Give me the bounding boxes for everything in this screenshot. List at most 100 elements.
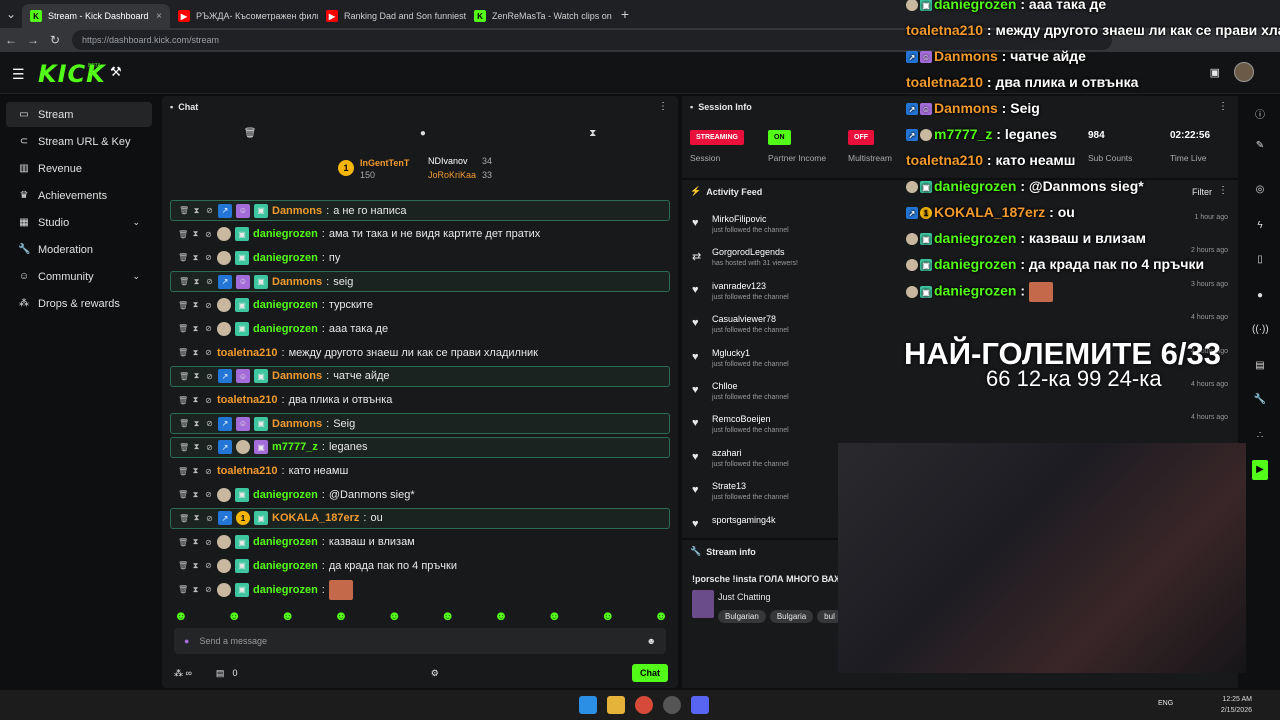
emote-icon[interactable]: ☻ [334, 608, 348, 623]
chat-username[interactable]: daniegrozen [253, 252, 318, 264]
ban-icon[interactable]: ⊘ [204, 490, 213, 499]
url-bar[interactable]: https://dashboard.kick.com/stream [72, 30, 1112, 50]
discord-icon[interactable] [691, 696, 709, 714]
ban-icon[interactable]: ⊘ [204, 396, 213, 405]
language-indicator[interactable]: ENG [1158, 700, 1173, 707]
delete-icon[interactable]: 🗑 [179, 372, 189, 381]
chrome-icon[interactable] [635, 696, 653, 714]
chat-username[interactable]: toaletna210 [217, 394, 278, 406]
chat-username[interactable]: Danmons [272, 276, 322, 288]
chat-username[interactable]: toaletna210 [217, 465, 278, 477]
delete-icon[interactable]: 🗑 [179, 206, 189, 215]
chevron-down-icon[interactable]: ⌄ [132, 271, 140, 282]
ban-icon[interactable]: ⊘ [205, 514, 214, 523]
chat-username[interactable]: m7777_z [272, 441, 318, 453]
browser-tab[interactable]: ▶Ranking Dad and Son funniest× [318, 4, 466, 28]
clock[interactable]: 12:25 AM 2/15/2026 [1221, 694, 1252, 716]
category-name[interactable]: Just Chatting [718, 592, 771, 602]
activity-name[interactable]: GorgorodLegends [712, 247, 785, 257]
activity-name[interactable]: MirkoFilipovic [712, 214, 767, 224]
emote-icon[interactable]: ☻ [174, 608, 188, 623]
sidebar-item-community[interactable]: ☺ Community ⌄ [6, 264, 152, 289]
activity-name[interactable]: Mglucky1 [712, 348, 750, 358]
activity-name[interactable]: sportsgaming4k [712, 515, 776, 525]
activity-name[interactable]: ivanradev123 [712, 281, 766, 291]
document-icon[interactable]: ▯ [1252, 254, 1268, 265]
message-input[interactable]: ● Send a message ☻ [174, 628, 666, 654]
camera-icon[interactable]: ◎ [1252, 184, 1268, 195]
delete-icon[interactable]: 🗑 [178, 490, 188, 499]
back-icon[interactable]: ← [0, 33, 22, 47]
chat-username[interactable]: daniegrozen [253, 560, 318, 572]
chat-username[interactable]: Danmons [272, 370, 322, 382]
chat-menu-icon[interactable]: ⋮ [658, 101, 668, 112]
delete-icon[interactable]: 🗑 [178, 561, 188, 570]
timeout-icon[interactable]: ⧗ [191, 324, 200, 334]
chat-tool-icon[interactable]: ● [1252, 290, 1268, 301]
chat-username[interactable]: daniegrozen [253, 323, 318, 335]
activity-name[interactable]: RemcoBoeijen [712, 414, 771, 424]
start-icon[interactable] [579, 696, 597, 714]
delete-icon[interactable]: 🗑 [178, 301, 188, 310]
ban-icon[interactable]: ⊘ [204, 230, 213, 239]
ban-icon[interactable]: ⊘ [204, 348, 213, 357]
delete-icon[interactable]: 🗑 [178, 324, 188, 333]
delete-icon[interactable]: 🗑 [178, 230, 188, 239]
sidebar-item-studio[interactable]: ▦ Studio ⌄ [6, 210, 152, 235]
chat-username[interactable]: toaletna210 [217, 347, 278, 359]
studio-mode-icon[interactable]: ▣ [1210, 66, 1220, 79]
delete-icon[interactable]: 🗑 [178, 396, 188, 405]
activity-name[interactable]: Strate13 [712, 481, 746, 491]
delete-icon[interactable]: 🗑 [178, 585, 188, 594]
timeout-icon[interactable]: ⧗ [191, 585, 200, 595]
mic-icon[interactable]: ● [184, 636, 189, 646]
emote-icon[interactable]: ☻ [387, 608, 401, 623]
delete-icon[interactable]: 🗑 [179, 277, 189, 286]
ban-icon[interactable]: ⊘ [204, 324, 213, 333]
emote-icon[interactable]: ☻ [441, 608, 455, 623]
browser-tab[interactable]: K Stream - Kick Dashboard × [22, 4, 170, 28]
emote-icon[interactable]: ☻ [281, 608, 295, 623]
delete-icon[interactable]: 🗑 [179, 443, 189, 452]
emote-icon[interactable]: ☻ [548, 608, 562, 623]
ban-icon[interactable]: ⊘ [204, 301, 213, 310]
emote-icon[interactable]: ☻ [654, 608, 668, 623]
stream-toggle-icon[interactable]: ▶ [1252, 460, 1268, 480]
timeout-icon[interactable]: ⧗ [192, 419, 201, 429]
chat-username[interactable]: daniegrozen [253, 299, 318, 311]
chat-username[interactable]: daniegrozen [253, 489, 318, 501]
sidebar-item-achievements[interactable]: ♛ Achievements [6, 183, 152, 208]
emoji-icon[interactable]: ☻ [647, 636, 656, 646]
session-menu-icon[interactable]: ⋮ [1218, 101, 1228, 112]
forward-icon[interactable]: → [22, 33, 44, 47]
sidebar-item-moderation[interactable]: 🔧 Moderation [6, 237, 152, 262]
timeout-icon[interactable]: ⧗ [192, 442, 201, 452]
timeout-icon[interactable]: ⧗ [191, 561, 200, 571]
emote-icon[interactable]: ☻ [601, 608, 615, 623]
timeout-icon[interactable]: ⧗ [191, 490, 200, 500]
ban-icon[interactable]: ⊘ [205, 277, 214, 286]
delete-icon[interactable]: 🗑 [178, 538, 188, 547]
chat-username[interactable]: daniegrozen [253, 536, 318, 548]
edit-icon[interactable]: ✎ [1252, 140, 1268, 151]
ban-icon[interactable]: ⊘ [205, 419, 214, 428]
delete-icon[interactable]: 🗑 [178, 348, 188, 357]
menu-icon[interactable]: ☰ [12, 66, 25, 83]
avatar[interactable] [1234, 62, 1254, 82]
partner-pill[interactable]: ON [768, 130, 791, 145]
delete-icon[interactable]: 🗑 [178, 253, 188, 262]
timeout-icon[interactable]: ⧗ [191, 300, 200, 310]
timeout-icon[interactable]: ⧗ [192, 513, 201, 523]
ban-icon[interactable]: ⊘ [205, 372, 214, 381]
points-icon[interactable]: ⁂ ∞ [174, 668, 192, 679]
hourglass-icon[interactable]: ⧗ [589, 128, 596, 139]
ban-icon[interactable]: ⊘ [204, 538, 213, 547]
info-icon[interactable]: ⓘ [1252, 106, 1268, 121]
ban-icon[interactable]: ⊘ [205, 443, 214, 452]
chat-username[interactable]: KOKALA_187erz [272, 512, 359, 524]
broadcast-icon[interactable]: ((·)) [1252, 324, 1269, 335]
timeout-icon[interactable]: ⧗ [191, 253, 200, 263]
ban-icon[interactable]: ⊘ [205, 206, 214, 215]
send-chat-button[interactable]: Chat [632, 664, 668, 682]
delete-icon[interactable]: 🗑 [179, 419, 189, 428]
